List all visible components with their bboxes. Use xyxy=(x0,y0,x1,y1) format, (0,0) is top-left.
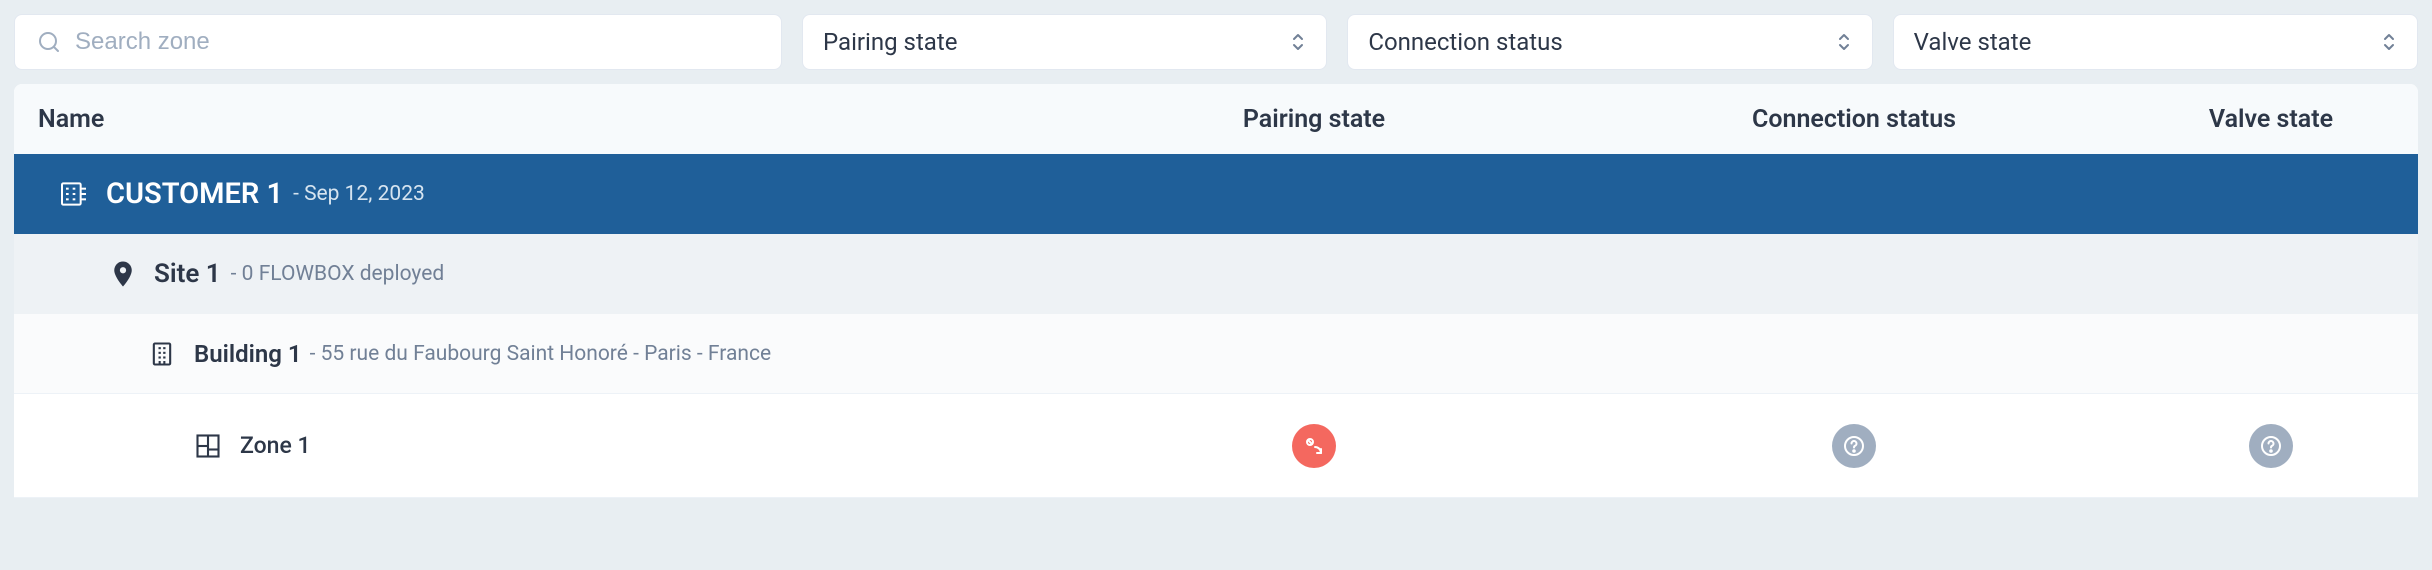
search-icon xyxy=(36,29,62,55)
zone-connection-cell xyxy=(1584,424,2124,468)
site-name: Site 1 xyxy=(154,259,221,289)
table-header-row: Name Pairing state Connection status Val… xyxy=(14,84,2418,154)
building-meta: - 55 rue du Faubourg Saint Honoré - Pari… xyxy=(310,342,772,366)
building-name: Building 1 xyxy=(194,340,302,368)
connection-status-select-wrap: Connection status xyxy=(1347,14,1872,70)
zone-pairing-cell xyxy=(1044,424,1584,468)
connection-status-select[interactable]: Connection status xyxy=(1347,14,1872,70)
floorplan-icon xyxy=(194,432,222,460)
chevron-up-down-icon xyxy=(1836,31,1852,53)
pairing-state-select-wrap: Pairing state xyxy=(802,14,1327,70)
header-name: Name xyxy=(14,105,1044,134)
customer-name: CUSTOMER 1 xyxy=(106,177,283,211)
building-row[interactable]: Building 1 - 55 rue du Faubourg Saint Ho… xyxy=(14,314,2418,394)
valve-status-badge xyxy=(2249,424,2293,468)
pairing-state-select[interactable]: Pairing state xyxy=(802,14,1327,70)
customer-row[interactable]: CUSTOMER 1 - Sep 12, 2023 xyxy=(14,154,2418,234)
search-zone-input[interactable] xyxy=(14,14,782,70)
zones-table: Name Pairing state Connection status Val… xyxy=(14,84,2418,498)
connection-status-label: Connection status xyxy=(1368,28,1562,56)
zone-valve-cell xyxy=(2124,424,2418,468)
header-connection: Connection status xyxy=(1584,105,2124,134)
search-zone-wrap xyxy=(14,14,782,70)
location-pin-icon xyxy=(108,259,138,289)
site-row[interactable]: Site 1 - 0 FLOWBOX deployed xyxy=(14,234,2418,314)
building-icon xyxy=(148,340,176,368)
connection-status-badge xyxy=(1832,424,1876,468)
chevron-up-down-icon xyxy=(2381,31,2397,53)
header-valve: Valve state xyxy=(2124,105,2418,134)
filters-bar: Pairing state Connection status Valve st… xyxy=(0,0,2432,84)
pairing-status-badge xyxy=(1292,424,1336,468)
zone-name: Zone 1 xyxy=(240,432,311,459)
organization-icon xyxy=(58,178,90,210)
valve-state-label: Valve state xyxy=(1914,28,2032,56)
zone-row[interactable]: Zone 1 xyxy=(14,394,2418,498)
header-pairing: Pairing state xyxy=(1044,105,1584,134)
valve-state-select[interactable]: Valve state xyxy=(1893,14,2418,70)
site-meta: - 0 FLOWBOX deployed xyxy=(231,262,445,286)
pairing-state-label: Pairing state xyxy=(823,28,957,56)
chevron-up-down-icon xyxy=(1290,31,1306,53)
zone-name-cell: Zone 1 xyxy=(14,432,1044,460)
valve-state-select-wrap: Valve state xyxy=(1893,14,2418,70)
customer-meta: - Sep 12, 2023 xyxy=(293,182,425,206)
